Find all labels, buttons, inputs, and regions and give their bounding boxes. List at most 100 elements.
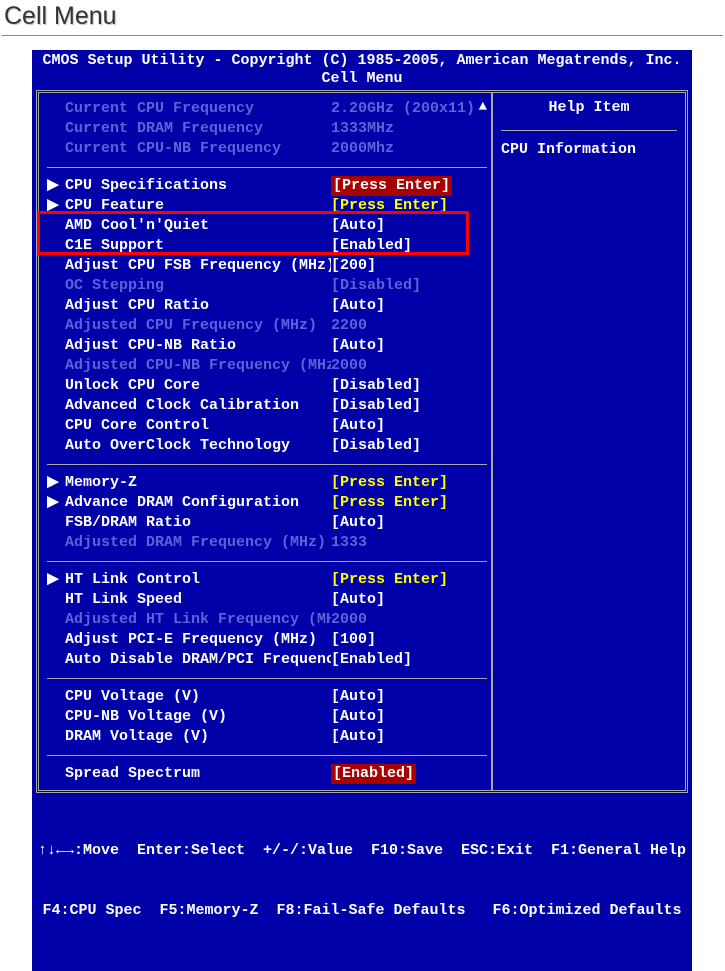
menu-row[interactable]: ▶ Memory-Z[Press Enter] — [47, 473, 487, 493]
menu-label: Adjusted DRAM Frequency (MHz) — [47, 533, 331, 553]
indent — [47, 590, 65, 610]
menu-label: Spread Spectrum — [47, 764, 331, 784]
menu-value[interactable]: [Auto] — [331, 336, 487, 356]
menu-value[interactable]: [Auto] — [331, 707, 487, 727]
left-pane: ▲ Current CPU Frequency2.20GHz (200x11) … — [39, 93, 493, 790]
menu-row[interactable]: CPU-NB Voltage (V)[Auto] — [47, 707, 487, 727]
menu-value[interactable]: [Auto] — [331, 416, 487, 436]
footer-bar: ↑↓←→:Move Enter:Select +/-/:Value F10:Sa… — [32, 795, 692, 971]
menu-row: Adjusted HT Link Frequency (MHz)2000 — [47, 610, 487, 630]
menu-label: CPU-NB Voltage (V) — [47, 707, 331, 727]
menu-row[interactable]: Spread Spectrum[Enabled] — [47, 764, 487, 784]
menu-row[interactable]: AMD Cool'n'Quiet[Auto] — [47, 216, 487, 236]
menu-row[interactable]: C1E Support[Enabled] — [47, 236, 487, 256]
menu-value: 2.20GHz (200x11) — [331, 99, 487, 119]
indent — [47, 236, 65, 256]
menu-label: CPU Core Control — [47, 416, 331, 436]
menu-value[interactable]: [Auto] — [331, 590, 487, 610]
indent — [47, 276, 65, 296]
menu-row[interactable]: CPU Core Control[Auto] — [47, 416, 487, 436]
menu-row[interactable]: ▶ CPU Feature[Press Enter] — [47, 196, 487, 216]
menu-value[interactable]: [Disabled] — [331, 436, 487, 456]
menu-row[interactable]: Auto OverClock Technology[Disabled] — [47, 436, 487, 456]
menu-value: 1333MHz — [331, 119, 487, 139]
menu-row[interactable]: Advanced Clock Calibration[Disabled] — [47, 396, 487, 416]
menu-label: Auto Disable DRAM/PCI Frequency — [47, 650, 331, 670]
menu-row[interactable]: FSB/DRAM Ratio[Auto] — [47, 513, 487, 533]
menu-value[interactable]: [Disabled] — [331, 376, 487, 396]
indent — [47, 216, 65, 236]
menu-content: Current CPU Frequency2.20GHz (200x11) Cu… — [47, 99, 487, 784]
menu-label: Adjust CPU Ratio — [47, 296, 331, 316]
bios-header: CMOS Setup Utility - Copyright (C) 1985-… — [32, 50, 692, 90]
menu-value[interactable]: [Press Enter] — [331, 196, 487, 216]
menu-label: Auto OverClock Technology — [47, 436, 331, 456]
menu-row[interactable]: HT Link Speed[Auto] — [47, 590, 487, 610]
menu-value[interactable]: [Press Enter] — [331, 473, 487, 493]
menu-row[interactable]: Adjust CPU FSB Frequency (MHz)[200] — [47, 256, 487, 276]
menu-label: Adjusted HT Link Frequency (MHz) — [47, 610, 331, 630]
menu-row[interactable]: CPU Voltage (V)[Auto] — [47, 687, 487, 707]
menu-row[interactable]: Adjust PCI-E Frequency (MHz)[100] — [47, 630, 487, 650]
indent — [47, 119, 65, 139]
separator — [47, 561, 487, 562]
bios-frame: ▲ Current CPU Frequency2.20GHz (200x11) … — [36, 90, 688, 793]
menu-value[interactable]: [Auto] — [331, 687, 487, 707]
menu-value[interactable]: [100] — [331, 630, 487, 650]
menu-value: 1333 — [331, 533, 487, 553]
menu-label: Adjust CPU-NB Ratio — [47, 336, 331, 356]
menu-label: Current DRAM Frequency — [47, 119, 331, 139]
menu-row[interactable]: DRAM Voltage (V)[Auto] — [47, 727, 487, 747]
menu-value[interactable]: [Enabled] — [331, 650, 487, 670]
menu-value[interactable]: [Disabled] — [331, 396, 487, 416]
menu-value[interactable]: [Enabled] — [331, 764, 487, 784]
indent — [47, 296, 65, 316]
menu-label: AMD Cool'n'Quiet — [47, 216, 331, 236]
separator — [47, 464, 487, 465]
menu-row[interactable]: Auto Disable DRAM/PCI Frequency[Enabled] — [47, 650, 487, 670]
menu-value[interactable]: [Auto] — [331, 296, 487, 316]
help-body: CPU Information — [501, 141, 677, 158]
indent — [47, 533, 65, 553]
menu-row[interactable]: Adjust CPU-NB Ratio[Auto] — [47, 336, 487, 356]
menu-value[interactable]: [200] — [331, 256, 487, 276]
separator — [47, 167, 487, 168]
menu-label: Adjust PCI-E Frequency (MHz) — [47, 630, 331, 650]
indent — [47, 513, 65, 533]
scroll-up-icon[interactable]: ▲ — [479, 99, 487, 115]
menu-value: [Disabled] — [331, 276, 487, 296]
menu-value[interactable]: [Auto] — [331, 727, 487, 747]
menu-value[interactable]: [Auto] — [331, 513, 487, 533]
menu-row: Current DRAM Frequency1333MHz — [47, 119, 487, 139]
menu-row: OC Stepping[Disabled] — [47, 276, 487, 296]
menu-value[interactable]: [Press Enter] — [331, 570, 487, 590]
menu-value: 2000Mhz — [331, 139, 487, 159]
indent — [47, 139, 65, 159]
menu-row[interactable]: Unlock CPU Core[Disabled] — [47, 376, 487, 396]
menu-row[interactable]: Adjust CPU Ratio[Auto] — [47, 296, 487, 316]
menu-value: 2000 — [331, 610, 487, 630]
menu-value[interactable]: [Enabled] — [331, 236, 487, 256]
menu-row[interactable]: ▶ Advance DRAM Configuration[Press Enter… — [47, 493, 487, 513]
footer-line2: F4:CPU Spec F5:Memory-Z F8:Fail-Safe Def… — [32, 901, 692, 921]
menu-row[interactable]: ▶ HT Link Control[Press Enter] — [47, 570, 487, 590]
indent — [47, 336, 65, 356]
footer-line1: ↑↓←→:Move Enter:Select +/-/:Value F10:Sa… — [32, 841, 692, 861]
indent — [47, 396, 65, 416]
page-title: Cell Menu — [0, 0, 725, 35]
menu-label: ▶ HT Link Control — [47, 570, 331, 590]
indent — [47, 707, 65, 727]
menu-value[interactable]: [Press Enter] — [331, 493, 487, 513]
menu-label: Advanced Clock Calibration — [47, 396, 331, 416]
submenu-arrow-icon: ▶ — [47, 176, 65, 196]
menu-label: ▶ Advance DRAM Configuration — [47, 493, 331, 513]
indent — [47, 727, 65, 747]
menu-value[interactable]: [Auto] — [331, 216, 487, 236]
indent — [47, 256, 65, 276]
menu-value[interactable]: [Press Enter] — [331, 176, 487, 196]
indent — [47, 610, 65, 630]
indent — [47, 436, 65, 456]
menu-value: 2000 — [331, 356, 487, 376]
menu-row[interactable]: ▶ CPU Specifications[Press Enter] — [47, 176, 487, 196]
menu-label: ▶ Memory-Z — [47, 473, 331, 493]
